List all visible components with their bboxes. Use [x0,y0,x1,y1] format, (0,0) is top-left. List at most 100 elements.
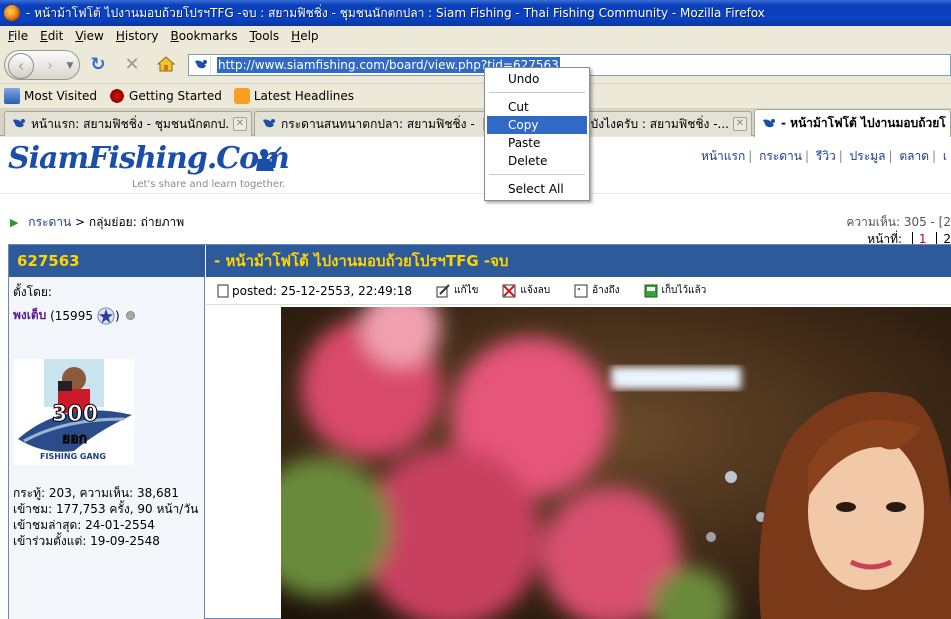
nav-link-market[interactable]: ตลาด [899,149,929,163]
bookmark-getting-started[interactable]: Getting Started [109,88,222,104]
site-favicon-icon [261,116,277,132]
reload-icon: ↻ [90,54,106,75]
menu-edit[interactable]: Edit [34,27,69,45]
saved-icon [644,284,658,297]
poster-row: พงเต็บ (15995 ) [13,306,200,325]
home-button[interactable] [155,54,177,76]
site-favicon-icon [761,116,777,132]
document-icon [217,284,229,297]
stop-icon: ✕ [124,54,140,75]
context-menu: Undo Cut Copy Paste Delete Select All [484,67,590,201]
context-paste[interactable]: Paste [487,134,587,152]
bookmark-label: Latest Headlines [253,89,355,103]
nav-link-board[interactable]: กระดาน [759,149,802,163]
edit-post-button[interactable]: แก้ไข [436,283,478,298]
close-tab-icon[interactable]: ✕ [733,117,747,131]
context-separator [489,174,585,175]
report-label: แจ้งลบ [520,285,551,296]
breadcrumb-current: กลุ่มย่อย: ถ่ายภาพ [88,215,185,229]
reload-button[interactable]: ↻ [87,54,109,76]
forward-button[interactable]: › [39,55,61,77]
page-content: SiamFishing.Com Let's share and learn to… [0,137,951,619]
context-copy[interactable]: Copy [487,116,587,134]
quote-label: อ้างถึง [592,285,620,296]
nav-link-more[interactable]: เ [943,149,947,163]
most-visited-icon [4,88,20,104]
forward-arrow-icon: › [47,58,53,74]
menu-view[interactable]: View [69,27,109,45]
bookmark-most-visited[interactable]: Most Visited [4,88,97,104]
bookmark-post-button[interactable]: เก็บไว้แล้ว [644,283,706,298]
svg-text:FISHING GANG: FISHING GANG [40,452,106,461]
menu-help[interactable]: Help [285,27,324,45]
offline-status-icon [125,311,135,320]
bookmark-label: Getting Started [129,89,222,103]
close-tab-icon[interactable]: ✕ [233,117,247,131]
back-button[interactable]: ‹ [8,53,34,79]
bookmark-label: Most Visited [24,89,98,103]
tab-home[interactable]: หน้าแรก: สยามฟิชชิ่ง - ชุมชนนักตกป... ✕ [4,111,252,136]
post-container: 627563 - หน้าม้าโฟโต้ ไปงานมอบถ้วยโปรฯTF… [8,244,951,619]
poster-info: ตั้งโดย: พงเต็บ (15995 ) 300 ยอก FISHING… [9,277,205,619]
firefox-icon [4,5,20,21]
menu-history[interactable]: History [110,27,165,45]
posted-date-text: posted: 25-12-2553, 22:49:18 [232,283,413,298]
history-dropdown-button[interactable]: ▼ [63,55,77,77]
post-title: - หน้าม้าโฟโต้ ไปงานมอบถ้วยโปรฯTFG -จบ [206,245,951,277]
nav-link-home[interactable]: หน้าแรก [701,149,745,163]
site-top-nav: หน้าแรก | กระดาน | รีวิว | ประมูล | ตลาด | เ [700,149,947,163]
nav-link-review[interactable]: รีวิว [816,149,836,163]
poster-name[interactable]: พงเต็บ [13,306,46,325]
user-stat-joined: เข้าร่วมตั้งแต่: 19-09-2548 [13,534,160,548]
tab-strip: หน้าแรก: สยามฟิชชิ่ง - ชุมชนนักตกป... ✕ … [0,108,951,137]
stop-button[interactable]: ✕ [121,54,143,76]
getting-started-icon [109,88,126,104]
tab-label: - หน้าม้าโฟโต้ ไปงานมอบถ้วยโป [781,116,946,130]
tab-board[interactable]: กระดานสนทนาตกปลา: สยามฟิชชิ่ง - ... ✕ [254,111,502,136]
breadcrumb-board-link[interactable]: กระดาน [28,215,71,229]
bookmark-latest-headlines[interactable]: Latest Headlines [233,88,355,104]
home-icon [156,56,176,72]
user-stat-posts: กระทู้: 203, ความเห็น: 38,681 [13,486,179,500]
rank-star-icon [97,306,115,325]
play-arrow-icon: ▶ [10,216,19,229]
poster-points-close: ) [114,308,120,323]
site-tagline: Let's share and learn together. [132,179,286,190]
site-favicon-icon [191,56,211,74]
navigation-toolbar: ‹ › ▼ ↻ ✕ http://www.siamfishing.com/boa… [0,46,951,84]
user-stat-last-visit: เข้าชมล่าสุด: 24-01-2554 [13,518,155,532]
menu-bar: File Edit View History Bookmarks Tools H… [0,26,951,46]
back-forward-group: ‹ › ▼ [4,50,80,80]
context-delete[interactable]: Delete [487,152,587,170]
menu-bookmarks[interactable]: Bookmarks [165,27,244,45]
poster-points: (15995 [50,308,93,323]
context-cut[interactable]: Cut [487,98,587,116]
context-select-all[interactable]: Select All [487,180,587,198]
quote-post-button[interactable]: " อ้างถึง [574,283,620,298]
menu-file[interactable]: File [2,27,34,45]
user-stats: กระทู้: 203, ความเห็น: 38,681 เข้าชม: 17… [13,485,198,549]
back-arrow-icon: ‹ [17,56,25,75]
site-logo[interactable]: SiamFishing.Com Let's share and learn to… [8,141,290,193]
nav-link-auction[interactable]: ประมูล [850,149,886,163]
chevron-down-icon: ▼ [66,61,74,71]
report-delete-icon [502,284,516,297]
firefox-window: - หน้าม้าโฟโต้ ไปงานมอบถ้วยโปรฯTFG -จบ :… [0,0,951,619]
post-meta-bar: posted: 25-12-2553, 22:49:18 แก้ไข แจ้งล… [206,277,951,305]
context-separator [489,92,585,93]
tab-label: กระดานสนทนาตกปลา: สยามฟิชชิ่ง - ... [281,116,479,131]
tab-current[interactable]: - หน้าม้าโฟโต้ ไปงานมอบถ้วยโป [754,109,951,137]
rss-feed-icon [233,88,250,104]
quote-icon: " [574,284,588,297]
post-photo [281,307,951,619]
avatar: 300 ยอก FISHING GANG [14,359,134,465]
avatar-fishing-gang-icon: 300 ยอก FISHING GANG [14,359,134,465]
context-undo[interactable]: Undo [487,70,587,88]
bookmarks-toolbar: Most Visited Getting Started Latest Head… [0,85,951,107]
window-title: - หน้าม้าโฟโต้ ไปงานมอบถ้วยโปรฯTFG -จบ :… [26,5,765,20]
edit-label: แก้ไข [454,285,479,296]
breadcrumb-separator: > [75,215,86,229]
posted-by-label: ตั้งโดย: [13,285,52,299]
report-post-button[interactable]: แจ้งลบ [502,283,550,298]
menu-tools[interactable]: Tools [244,27,286,45]
